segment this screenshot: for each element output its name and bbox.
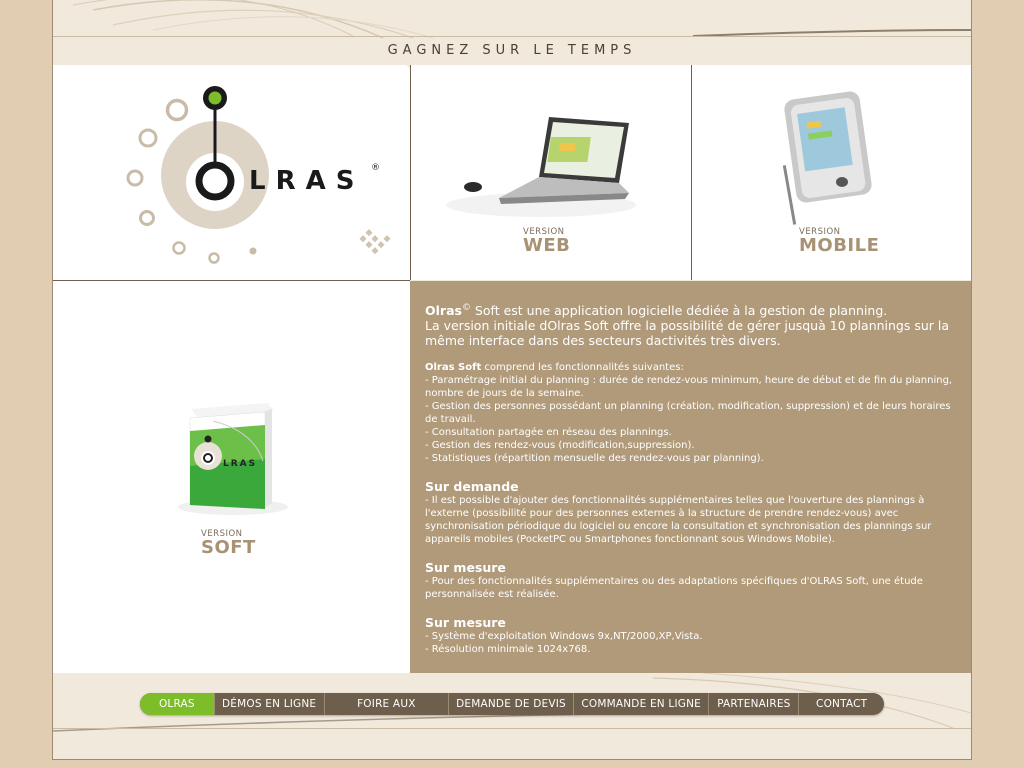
section-text-sur-mesure: - Pour des fonctionnalités supplémentair… [425, 576, 923, 601]
feature-item: - Statistiques (répartition mensuelle de… [425, 453, 764, 465]
product-mobile-panel[interactable]: VERSION MOBILE [691, 65, 971, 280]
section-title-requirements: Sur mesure [425, 615, 506, 631]
registered-mark: ® [371, 163, 380, 173]
dots-pattern-icon [359, 229, 391, 255]
feature-item: - Consultation partagée en réseau des pl… [425, 427, 672, 439]
nav-contact[interactable]: CONTACT [799, 693, 884, 715]
intro-text: Olras© Soft est une application logiciel… [425, 303, 950, 349]
section-title-sur-mesure: Sur mesure [425, 560, 506, 576]
description-panel: Olras© Soft est une application logiciel… [410, 281, 971, 673]
section-title-sur-demande: Sur demande [425, 479, 519, 495]
nav-olras[interactable]: OLRAS [140, 693, 215, 715]
box-logo-text: LRAS [223, 459, 257, 469]
nav-commande-en-ligne[interactable]: COMMANDE EN LIGNE [574, 693, 710, 715]
main-navigation: OLRAS DÉMOS EN LIGNE FOIRE AUX QUESTIONS… [140, 693, 884, 715]
page-frame: GAGNEZ SUR LE TEMPS LRAS ® VERSION WEB V… [52, 0, 972, 760]
footer-divider [53, 728, 971, 729]
version-web-label: VERSION WEB [523, 227, 571, 256]
feature-item: - Paramétrage initial du planning : duré… [425, 375, 953, 400]
olras-logo: LRAS ® [126, 86, 391, 264]
requirement-item: - Système d'exploitation Windows 9x,NT/2… [425, 631, 703, 643]
requirement-item: - Résolution minimale 1024x768. [425, 644, 591, 656]
logo-panel[interactable]: LRAS ® [53, 65, 410, 281]
logo-text: LRAS [249, 166, 364, 196]
feature-item: - Gestion des rendez-vous (modification,… [425, 440, 695, 452]
version-soft-label: VERSION SOFT [201, 529, 256, 558]
nav-partenaires[interactable]: PARTENAIRES [709, 693, 800, 715]
features-list: Olras Soft comprend les fonctionnalités … [425, 361, 959, 465]
version-mobile-label: VERSION MOBILE [799, 227, 880, 256]
product-soft-panel[interactable]: LRAS VERSION SOFT [53, 281, 410, 673]
feature-item: - Gestion des personnes possédant un pla… [425, 401, 951, 426]
nav-demande-de-devis[interactable]: DEMANDE DE DEVIS [449, 693, 574, 715]
nav-foire-aux-questions[interactable]: FOIRE AUX QUESTIONS [325, 693, 450, 715]
requirements-list: - Système d'exploitation Windows 9x,NT/2… [425, 630, 959, 656]
nav-demos-en-ligne[interactable]: DÉMOS EN LIGNE [215, 693, 325, 715]
section-text-sur-demande: - Il est possible d'ajouter des fonction… [425, 495, 932, 546]
header-swirl-decoration [72, 0, 971, 39]
product-web-panel[interactable]: VERSION WEB [410, 65, 691, 280]
tagline: GAGNEZ SUR LE TEMPS [53, 36, 971, 65]
software-box-icon: LRAS [178, 403, 288, 515]
